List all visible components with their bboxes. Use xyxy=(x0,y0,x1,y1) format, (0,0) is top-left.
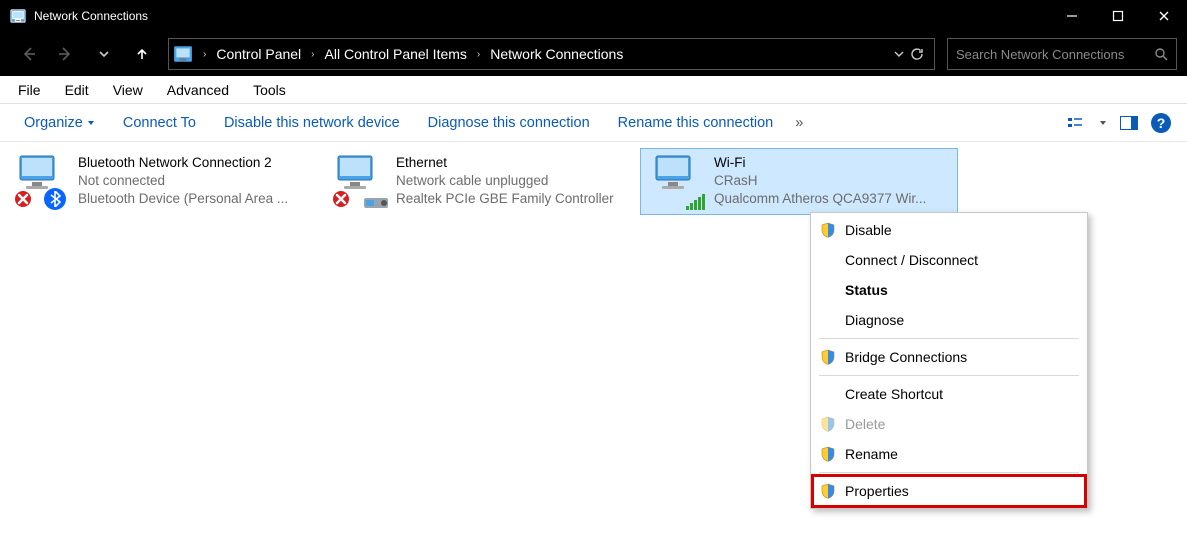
context-menu: Disable Connect / Disconnect Status Diag… xyxy=(810,212,1088,509)
chevron-right-icon[interactable]: › xyxy=(471,49,486,60)
navigation-bar: › Control Panel › All Control Panel Item… xyxy=(0,32,1187,76)
disable-device-button[interactable]: Disable this network device xyxy=(210,111,414,135)
connection-device: Bluetooth Device (Personal Area ... xyxy=(78,190,288,208)
title-bar: Network Connections xyxy=(0,0,1187,32)
connection-item-bluetooth[interactable]: Bluetooth Network Connection 2 Not conne… xyxy=(4,148,322,215)
menu-tools[interactable]: Tools xyxy=(243,79,296,101)
ctx-connect-disconnect[interactable]: Connect / Disconnect xyxy=(813,245,1085,275)
breadcrumb-item[interactable]: All Control Panel Items xyxy=(321,46,471,62)
recent-locations-button[interactable] xyxy=(86,38,122,70)
chevron-right-icon[interactable]: › xyxy=(305,49,320,60)
menu-bar: File Edit View Advanced Tools xyxy=(0,76,1187,104)
chevron-right-icon[interactable]: › xyxy=(197,49,212,60)
ctx-properties[interactable]: Properties xyxy=(813,476,1085,506)
command-bar: Organize Connect To Disable this network… xyxy=(0,104,1187,142)
menu-file[interactable]: File xyxy=(8,79,51,101)
connection-device: Realtek PCIe GBE Family Controller xyxy=(396,190,614,208)
breadcrumb-item[interactable]: Control Panel xyxy=(212,46,305,62)
chevron-down-icon[interactable] xyxy=(894,49,904,59)
menu-advanced[interactable]: Advanced xyxy=(157,79,239,101)
connection-status: CRasH xyxy=(714,172,926,190)
back-button[interactable] xyxy=(10,38,46,70)
chevron-down-icon xyxy=(87,119,95,127)
ctx-rename[interactable]: Rename xyxy=(813,439,1085,469)
help-button[interactable]: ? xyxy=(1151,113,1171,133)
disconnected-icon xyxy=(14,190,32,208)
menu-view[interactable]: View xyxy=(103,79,153,101)
connection-status: Network cable unplugged xyxy=(396,172,614,190)
connection-name: Wi-Fi xyxy=(714,154,926,172)
separator xyxy=(819,472,1079,473)
connection-status: Not connected xyxy=(78,172,288,190)
shield-icon xyxy=(820,222,836,238)
close-button[interactable] xyxy=(1141,0,1187,32)
ctx-disable[interactable]: Disable xyxy=(813,215,1085,245)
menu-edit[interactable]: Edit xyxy=(55,79,99,101)
connections-view: Bluetooth Network Connection 2 Not conne… xyxy=(0,142,1187,221)
ctx-create-shortcut[interactable]: Create Shortcut xyxy=(813,379,1085,409)
shield-icon xyxy=(820,446,836,462)
separator xyxy=(819,338,1079,339)
connection-icon xyxy=(650,154,704,208)
window-title: Network Connections xyxy=(34,9,1049,23)
connection-device: Qualcomm Atheros QCA9377 Wir... xyxy=(714,190,926,208)
ethernet-icon xyxy=(364,192,390,210)
shield-icon xyxy=(820,483,836,499)
diagnose-button[interactable]: Diagnose this connection xyxy=(414,111,604,135)
address-bar[interactable]: › Control Panel › All Control Panel Item… xyxy=(168,38,935,70)
bluetooth-icon xyxy=(44,188,66,210)
separator xyxy=(819,375,1079,376)
breadcrumb-item[interactable]: Network Connections xyxy=(486,46,627,62)
ctx-status[interactable]: Status xyxy=(813,275,1085,305)
forward-button[interactable] xyxy=(48,38,84,70)
location-icon xyxy=(173,44,193,64)
view-options-button[interactable] xyxy=(1065,111,1089,135)
ctx-diagnose[interactable]: Diagnose xyxy=(813,305,1085,335)
shield-icon xyxy=(820,416,836,432)
shield-icon xyxy=(820,349,836,365)
app-icon xyxy=(10,8,26,24)
connection-icon xyxy=(14,154,68,208)
disconnected-icon xyxy=(332,190,350,208)
search-placeholder: Search Network Connections xyxy=(956,47,1124,62)
ctx-bridge[interactable]: Bridge Connections xyxy=(813,342,1085,372)
preview-pane-button[interactable] xyxy=(1117,111,1141,135)
connect-to-button[interactable]: Connect To xyxy=(109,111,210,135)
chevron-down-icon[interactable] xyxy=(1099,119,1107,127)
rename-button[interactable]: Rename this connection xyxy=(604,111,788,135)
wifi-signal-icon xyxy=(686,194,706,210)
connection-icon xyxy=(332,154,386,208)
connection-item-ethernet[interactable]: Ethernet Network cable unplugged Realtek… xyxy=(322,148,640,215)
connection-name: Ethernet xyxy=(396,154,614,172)
connection-item-wifi[interactable]: Wi-Fi CRasH Qualcomm Atheros QCA9377 Wir… xyxy=(640,148,958,215)
organize-button[interactable]: Organize xyxy=(10,111,109,135)
maximize-button[interactable] xyxy=(1095,0,1141,32)
up-button[interactable] xyxy=(124,38,160,70)
refresh-icon[interactable] xyxy=(910,47,924,61)
ctx-delete: Delete xyxy=(813,409,1085,439)
connection-name: Bluetooth Network Connection 2 xyxy=(78,154,288,172)
minimize-button[interactable] xyxy=(1049,0,1095,32)
search-icon xyxy=(1154,47,1168,61)
overflow-button[interactable]: » xyxy=(787,111,811,135)
search-input[interactable]: Search Network Connections xyxy=(947,38,1177,70)
